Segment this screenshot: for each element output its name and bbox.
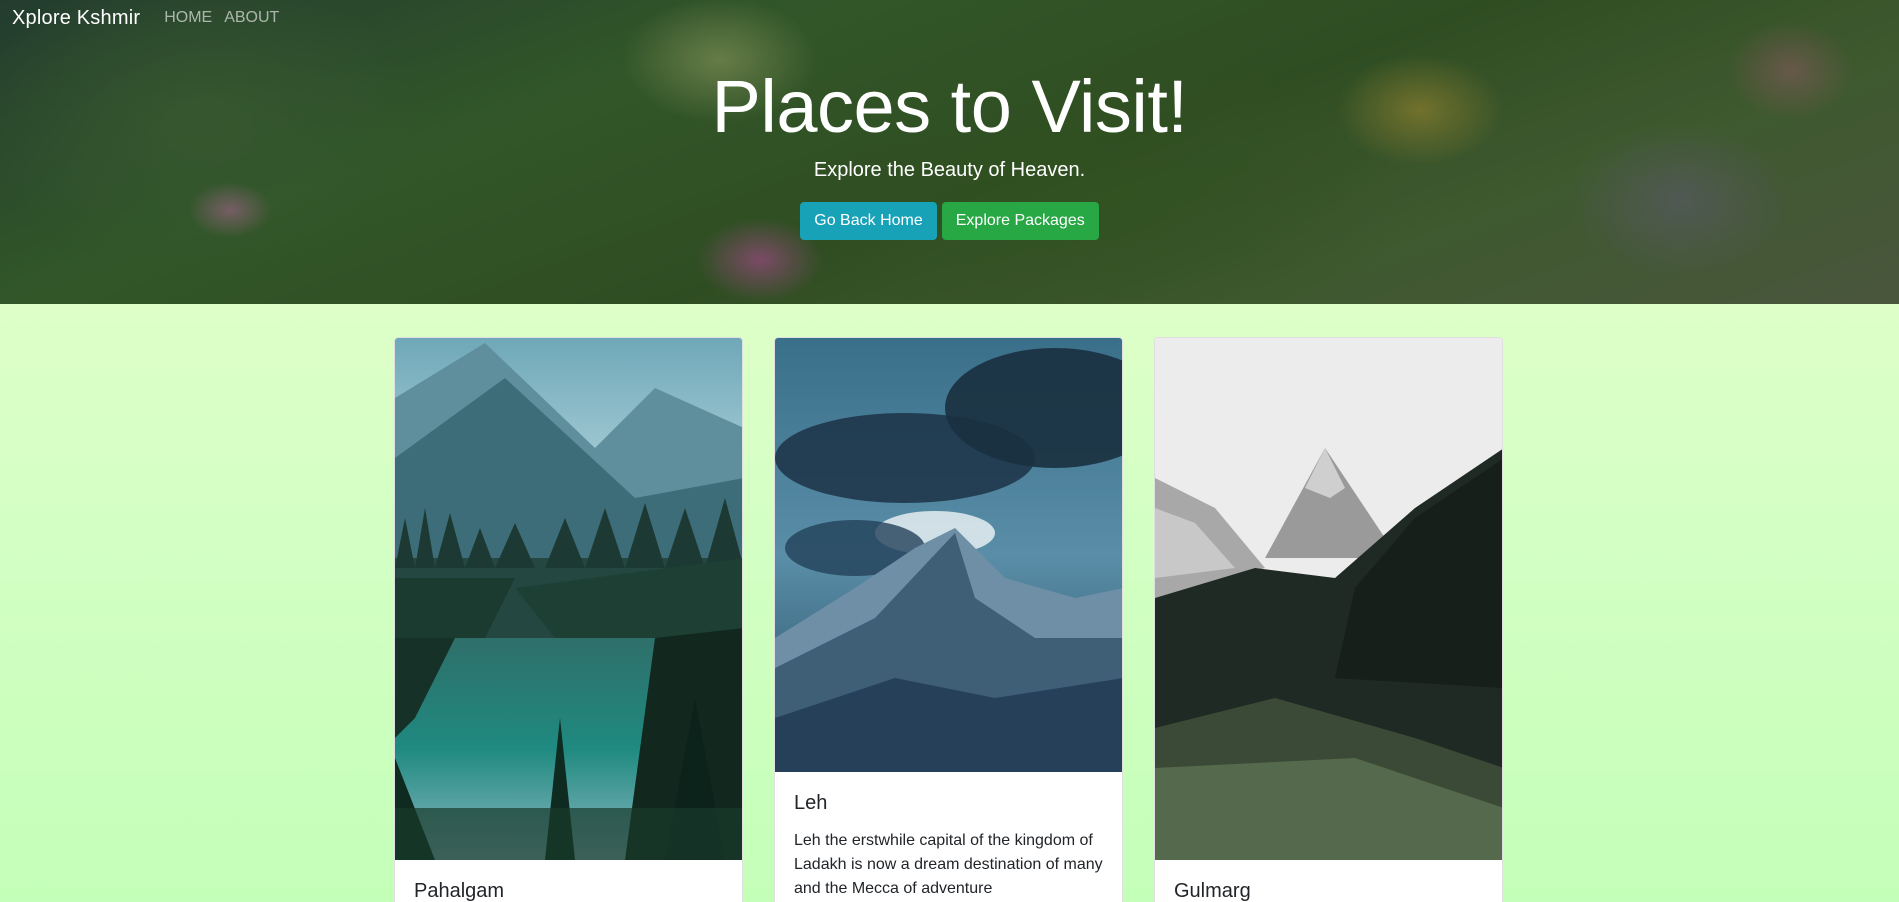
hero-actions: Go Back Home Explore Packages [0,202,1899,240]
card-title: Leh [794,792,828,814]
card-title: Pahalgam [414,880,505,902]
navbar: Xplore Kshmir HOME ABOUT [0,0,1899,36]
place-card-gulmarg: Gulmarg [1154,337,1503,902]
place-card-pahalgam: Pahalgam [394,337,743,902]
go-back-home-button[interactable]: Go Back Home [800,202,937,240]
nav-link-about[interactable]: ABOUT [224,9,279,27]
place-image-gulmarg [1155,338,1502,860]
place-image-leh [775,338,1122,772]
brand-logo[interactable]: Xplore Kshmir [12,7,140,30]
place-card-leh: Leh Leh the erstwhile capital of the kin… [774,337,1123,902]
card-description: Leh the erstwhile capital of the kingdom… [794,832,1103,897]
place-image-pahalgam [395,338,742,860]
card-title: Gulmarg [1174,880,1251,902]
page-title: Places to Visit! [711,65,1188,148]
nav-link-home[interactable]: HOME [164,9,212,27]
hero-banner: Xplore Kshmir HOME ABOUT Places to Visit… [0,0,1899,304]
page-subtitle: Explore the Beauty of Heaven. [813,159,1086,181]
explore-packages-button[interactable]: Explore Packages [941,202,1099,240]
